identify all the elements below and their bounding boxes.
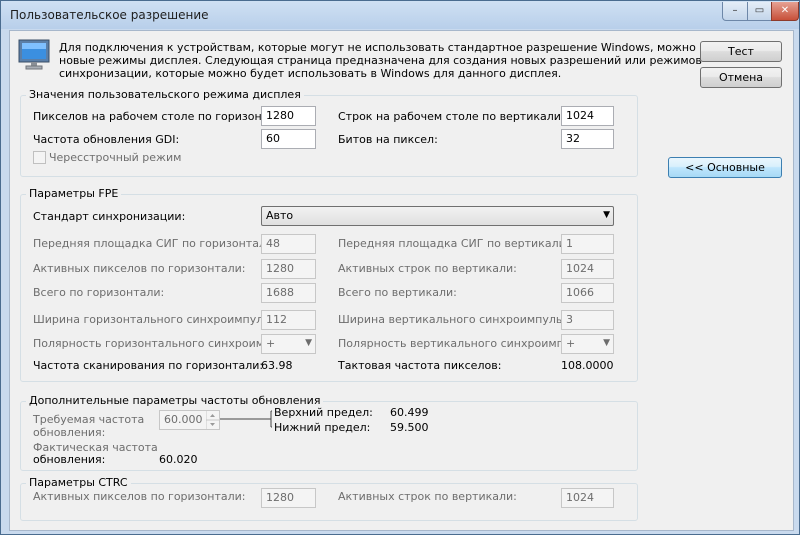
v-lines-field[interactable]: 1024 bbox=[561, 106, 614, 126]
intro-text-1: Для подключения к устройствам, которые м… bbox=[59, 41, 746, 54]
title-bar[interactable]: Пользовательское разрешение – ▭ ✕ bbox=[1, 1, 799, 29]
test-button[interactable]: Тест bbox=[700, 41, 782, 62]
intro-text-3: синхронизации, которые можно будет испол… bbox=[59, 67, 562, 80]
h-front-label: Передняя площадка СИГ по горизонтали: bbox=[33, 237, 277, 250]
v-active-field: 1024 bbox=[561, 259, 614, 279]
dialog-client: Для подключения к устройствам, которые м… bbox=[9, 30, 794, 531]
window-title: Пользовательское разрешение bbox=[10, 8, 209, 22]
h-total-label: Всего по горизонтали: bbox=[33, 286, 165, 299]
sync-standard-label: Стандарт синхронизации: bbox=[33, 210, 186, 223]
ctrc-title: Параметры CTRC bbox=[26, 476, 131, 489]
upper-limit-value: 60.499 bbox=[390, 406, 429, 419]
h-polarity-dropdown: + ▼ bbox=[261, 334, 316, 354]
fpe-title: Параметры FPE bbox=[26, 187, 122, 200]
ctrc-v-active-field: 1024 bbox=[561, 488, 614, 508]
h-polarity-value: + bbox=[266, 337, 276, 350]
h-pixels-field[interactable]: 1280 bbox=[261, 106, 316, 126]
range-bracket-icon bbox=[220, 410, 272, 428]
intro-text-2: новые режимы дисплея. Следующая страница… bbox=[59, 54, 702, 67]
pixel-clock-label: Тактовая частота пикселов: bbox=[338, 359, 502, 372]
h-sync-width-field: 112 bbox=[261, 310, 316, 330]
maximize-button[interactable]: ▭ bbox=[747, 2, 772, 21]
refresh-label: Частота обновления GDI: bbox=[33, 133, 180, 146]
h-scan-value: 63.98 bbox=[261, 359, 293, 372]
chevron-down-icon: ▼ bbox=[305, 338, 312, 348]
custom-mode-title: Значения пользовательского режима диспле… bbox=[26, 88, 304, 101]
v-total-label: Всего по вертикали: bbox=[338, 286, 457, 299]
ctrc-v-active-label: Активных строк по вертикали: bbox=[338, 490, 517, 503]
v-sync-width-field: 3 bbox=[561, 310, 614, 330]
chevron-down-icon: ▼ bbox=[603, 210, 610, 220]
lower-limit-label: Нижний предел: bbox=[274, 421, 371, 434]
v-active-label: Активных строк по вертикали: bbox=[338, 262, 517, 275]
v-polarity-value: + bbox=[566, 337, 576, 350]
actual-refresh-value: 60.020 bbox=[159, 453, 198, 466]
bits-label: Битов на пиксел: bbox=[338, 133, 438, 146]
spinner-arrows-icon bbox=[206, 411, 219, 429]
basic-button[interactable]: << Основные bbox=[668, 157, 782, 178]
close-button[interactable]: ✕ bbox=[771, 2, 799, 21]
upper-limit-label: Верхний предел: bbox=[274, 406, 373, 419]
v-lines-label: Строк на рабочем столе по вертикали: bbox=[338, 110, 565, 123]
v-front-label: Передняя площадка СИГ по вертикали: bbox=[338, 237, 570, 250]
monitor-icon bbox=[18, 39, 50, 70]
v-sync-width-label: Ширина вертикального синхроимпульса: bbox=[338, 313, 579, 326]
pixel-clock-value: 108.0000 bbox=[561, 359, 614, 372]
interlaced-checkbox[interactable] bbox=[33, 151, 46, 164]
v-polarity-dropdown: + ▼ bbox=[561, 334, 614, 354]
cancel-button[interactable]: Отмена bbox=[700, 67, 782, 88]
interlaced-label: Чересстрочный режим bbox=[49, 151, 182, 164]
v-front-field: 1 bbox=[561, 234, 614, 254]
ctrc-h-active-label: Активных пикселов по горизонтали: bbox=[33, 490, 246, 503]
chevron-down-icon: ▼ bbox=[603, 338, 610, 348]
h-active-field: 1280 bbox=[261, 259, 316, 279]
h-front-field: 48 bbox=[261, 234, 316, 254]
h-active-label: Активных пикселов по горизонтали: bbox=[33, 262, 246, 275]
sync-standard-value: Авто bbox=[266, 209, 294, 222]
sync-standard-dropdown[interactable]: Авто ▼ bbox=[261, 206, 614, 226]
h-sync-width-label: Ширина горизонтального синхроимпульса: bbox=[33, 313, 287, 326]
actual-refresh-label-2: обновления: bbox=[33, 453, 106, 466]
v-total-field: 1066 bbox=[561, 283, 614, 303]
lower-limit-value: 59.500 bbox=[390, 421, 429, 434]
h-total-field: 1688 bbox=[261, 283, 316, 303]
bits-field[interactable]: 32 bbox=[561, 129, 614, 149]
required-refresh-label-2: обновления: bbox=[33, 426, 106, 439]
required-refresh-label-1: Требуемая частота bbox=[33, 413, 145, 426]
minimize-button[interactable]: – bbox=[722, 2, 748, 21]
h-pixels-label: Пикселов на рабочем столе по горизонтали… bbox=[33, 110, 293, 123]
refresh-field[interactable]: 60 bbox=[261, 129, 316, 149]
ctrc-h-active-field: 1280 bbox=[261, 488, 316, 508]
h-scan-label: Частота сканирования по горизонтали: bbox=[33, 359, 264, 372]
dialog-window: Пользовательское разрешение – ▭ ✕ Для по… bbox=[0, 0, 800, 535]
